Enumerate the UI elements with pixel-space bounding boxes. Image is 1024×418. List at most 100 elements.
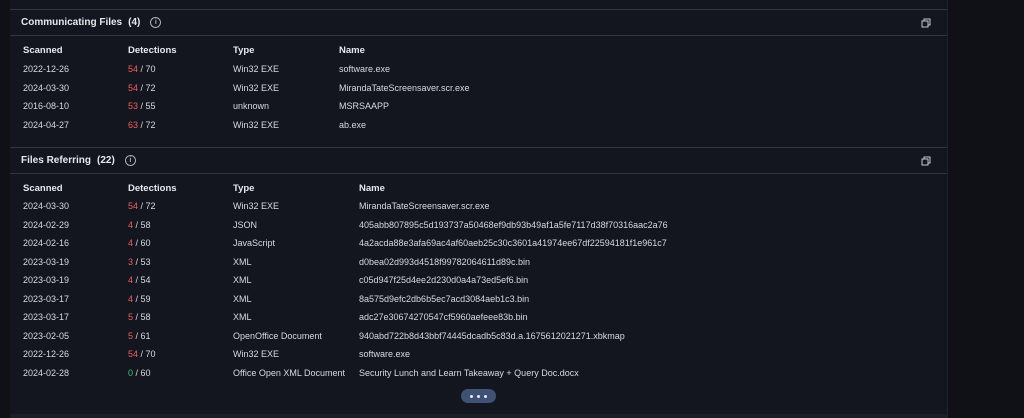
file-type: Office Open XML Document <box>233 367 346 378</box>
info-icon[interactable]: i <box>124 155 136 166</box>
detection-total: / 55 <box>138 101 156 111</box>
col-header-type[interactable]: Type <box>233 183 254 194</box>
detection-total: / 53 <box>133 256 151 267</box>
file-name-link[interactable]: MSRSAAPP <box>339 101 389 111</box>
detection-total: / 72 <box>138 201 156 211</box>
file-name-link[interactable]: MirandaTateScreensaver.scr.exe <box>359 201 490 211</box>
scanned-date: 2023-03-19 <box>23 256 70 267</box>
col-header-detections[interactable]: Detections <box>128 45 177 56</box>
file-name-link[interactable]: adc27e30674270547cf5960aefeee83b.bin <box>359 312 528 322</box>
col-header-name[interactable]: Name <box>339 45 365 56</box>
more-dots-icon <box>484 394 487 398</box>
scanned-date: 2024-02-28 <box>23 367 70 378</box>
file-name-link[interactable]: Security Lunch and Learn Takeaway + Quer… <box>359 368 579 378</box>
col-header-type[interactable]: Type <box>233 45 254 56</box>
file-name-link[interactable]: MirandaTateScreensaver.scr.exe <box>339 83 470 93</box>
load-more-button[interactable] <box>461 389 496 403</box>
detection-total: / 70 <box>138 349 156 359</box>
detection-count: 54 <box>128 64 139 74</box>
more-dots-icon <box>470 394 473 398</box>
file-name-link[interactable]: ab.exe <box>339 120 366 130</box>
file-type: Win32 EXE <box>233 119 280 130</box>
file-type: OpenOffice Document <box>233 330 322 341</box>
detection-count: 53 <box>128 101 139 111</box>
col-header-scanned[interactable]: Scanned <box>23 45 63 56</box>
file-name-link[interactable]: 4a2acda88e3afa69ac4af60aeb25c30c3601a419… <box>359 238 667 248</box>
detection-ratio: 54 / 70 <box>128 349 156 359</box>
section-divider <box>10 9 947 10</box>
panel-edge <box>947 0 948 418</box>
detection-total: / 61 <box>133 330 151 341</box>
col-header-detections[interactable]: Detections <box>128 183 177 194</box>
detection-count: 54 <box>128 349 139 359</box>
section-count: (22) <box>97 155 115 166</box>
detection-ratio: 54 / 72 <box>128 201 156 211</box>
scanned-date: 2023-02-05 <box>23 330 70 341</box>
section-count: (4) <box>128 17 141 28</box>
file-type: unknown <box>233 101 270 111</box>
file-type: XML <box>233 275 252 285</box>
more-dots-icon <box>477 394 480 398</box>
file-name-link[interactable]: 8a575d9efc2db6b5ec7acd3084aeb1c3.bin <box>359 294 529 304</box>
scanned-date: 2024-03-30 <box>23 82 70 93</box>
scanned-date: 2023-03-17 <box>23 312 70 322</box>
detection-ratio: 63 / 72 <box>128 120 156 130</box>
file-type: Win32 EXE <box>233 349 280 359</box>
scanned-date: 2024-02-16 <box>23 238 70 248</box>
scanned-date: 2022-12-26 <box>23 349 70 359</box>
detection-ratio: 53 / 55 <box>128 101 156 111</box>
file-type: XML <box>233 256 252 267</box>
detection-count: 54 <box>128 82 139 93</box>
scanned-date: 2016-08-10 <box>23 101 70 111</box>
detection-ratio: 4 / 54 <box>128 275 151 285</box>
file-type: JSON <box>233 219 258 230</box>
file-name-link[interactable]: c05d947f25d4ee2d230d0a4a73ed5ef6.bin <box>359 275 528 285</box>
detection-total: / 60 <box>133 367 151 378</box>
section-divider <box>10 173 947 174</box>
bottom-divider <box>10 414 947 418</box>
detection-ratio: 54 / 70 <box>128 64 156 74</box>
detection-total: / 59 <box>133 293 151 304</box>
detection-total: / 70 <box>138 64 156 74</box>
detection-ratio: 5 / 61 <box>128 331 151 341</box>
section-title: Communicating Files <box>21 17 123 28</box>
file-name-link[interactable]: d0bea02d993d4518f99782064611d89c.bin <box>359 257 530 267</box>
copy-icon[interactable] <box>921 18 931 28</box>
scanned-date: 2024-02-29 <box>23 219 70 230</box>
section-divider <box>10 147 947 148</box>
detection-total: / 72 <box>138 119 156 130</box>
info-icon[interactable]: i <box>150 17 162 28</box>
detection-total: / 72 <box>138 82 156 93</box>
file-name-link[interactable]: 405abb807895c5d193737a50468ef9db93b49af1… <box>359 220 668 230</box>
file-type: Win32 EXE <box>233 82 280 93</box>
copy-icon[interactable] <box>921 156 931 166</box>
col-header-scanned[interactable]: Scanned <box>23 183 63 194</box>
detection-total: / 60 <box>133 238 151 248</box>
detection-ratio: 54 / 72 <box>128 83 156 93</box>
detection-ratio: 4 / 59 <box>128 294 151 304</box>
detection-count: 63 <box>128 119 139 130</box>
file-type: XML <box>233 293 252 304</box>
file-type: JavaScript <box>233 238 276 248</box>
scanned-date: 2024-03-30 <box>23 201 70 211</box>
files-referring-header: Files Referring (22) i <box>21 155 136 166</box>
file-name-link[interactable]: 940abd722b8d43bbf74445dcadb5c83d.a.16756… <box>359 331 625 341</box>
file-type: XML <box>233 312 252 322</box>
scanned-date: 2022-12-26 <box>23 64 70 74</box>
communicating-files-header: Communicating Files (4) i <box>21 17 162 28</box>
detection-total: / 58 <box>133 312 151 322</box>
detection-ratio: 4 / 60 <box>128 238 151 248</box>
col-header-name[interactable]: Name <box>359 183 385 194</box>
file-name-link[interactable]: software.exe <box>339 64 390 74</box>
detection-ratio: 4 / 58 <box>128 220 151 230</box>
file-name-link[interactable]: software.exe <box>359 349 410 359</box>
detection-ratio: 0 / 60 <box>128 368 151 378</box>
file-type: Win32 EXE <box>233 201 280 211</box>
section-divider <box>10 35 947 36</box>
scanned-date: 2024-04-27 <box>23 119 70 130</box>
detection-ratio: 3 / 53 <box>128 257 151 267</box>
detection-total: / 58 <box>133 219 151 230</box>
section-title: Files Referring <box>21 155 92 166</box>
detection-count: 54 <box>128 201 139 211</box>
file-type: Win32 EXE <box>233 64 280 74</box>
